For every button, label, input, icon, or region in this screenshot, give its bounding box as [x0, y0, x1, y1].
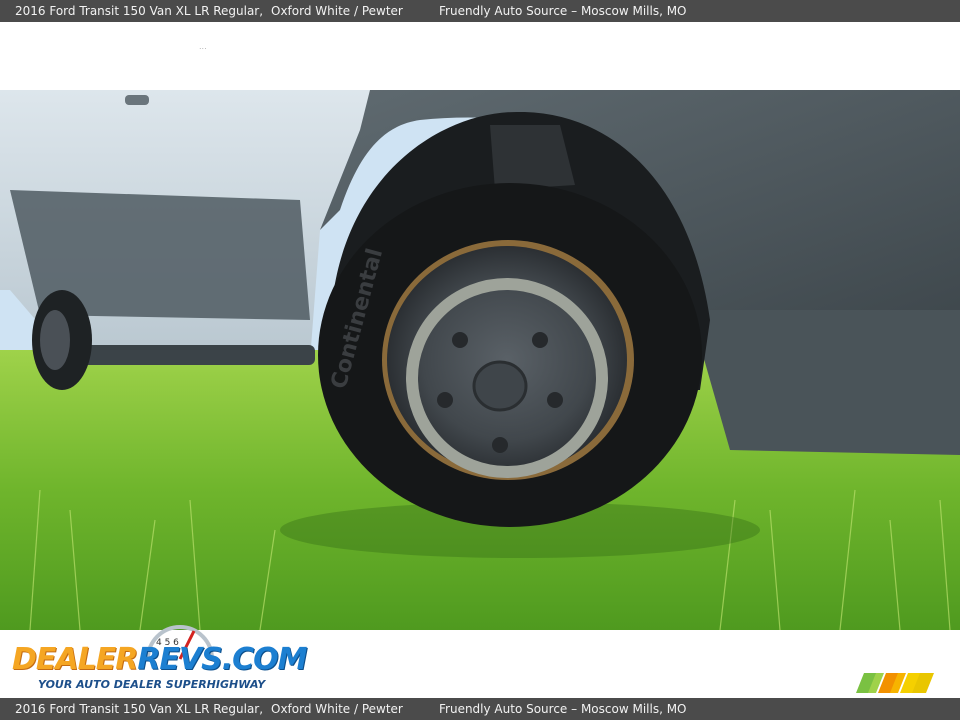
- brand-stripes-icon: [856, 673, 934, 693]
- logo-tagline: YOUR AUTO DEALER SUPERHIGHWAY: [38, 678, 266, 691]
- rear-rim: [40, 310, 70, 370]
- vehicle-color: Oxford White / Pewter: [271, 4, 403, 18]
- door-handle: [125, 95, 149, 105]
- logo-revs: REVS: [137, 642, 222, 677]
- tiny-dots: ...: [199, 42, 207, 51]
- wheel-photo-illustration: Continental: [0, 90, 960, 630]
- dealer-name: Fruendly Auto Source – Moscow Mills, MO: [439, 4, 687, 18]
- top-caption-bar: 2016 Ford Transit 150 Van XL LR Regular,…: [0, 0, 960, 22]
- footer-vehicle-color: Oxford White / Pewter: [271, 702, 403, 716]
- logo-wordmark: DEALERREVS.COM: [12, 642, 308, 677]
- vehicle-photo[interactable]: Continental: [0, 90, 960, 630]
- footer-vehicle-title: 2016 Ford Transit 150 Van XL LR Regular,: [15, 702, 264, 716]
- running-board: [70, 345, 315, 365]
- ford-hub-cap: [472, 360, 528, 412]
- logo-dotcom: .COM: [221, 642, 308, 677]
- front-bumper: [690, 310, 960, 455]
- logo-dealer: DEALER: [12, 642, 138, 677]
- vehicle-title: 2016 Ford Transit 150 Van XL LR Regular,: [15, 4, 264, 18]
- bottom-caption-bar: 2016 Ford Transit 150 Van XL LR Regular,…: [0, 698, 960, 720]
- header-spacer: [0, 22, 960, 90]
- footer-dealer-name: Fruendly Auto Source – Moscow Mills, MO: [439, 702, 687, 716]
- suspension-spring: [490, 125, 575, 190]
- dealerrevs-logo[interactable]: 4 5 6 DEALERREVS.COM YOUR AUTO DEALER SU…: [12, 625, 308, 696]
